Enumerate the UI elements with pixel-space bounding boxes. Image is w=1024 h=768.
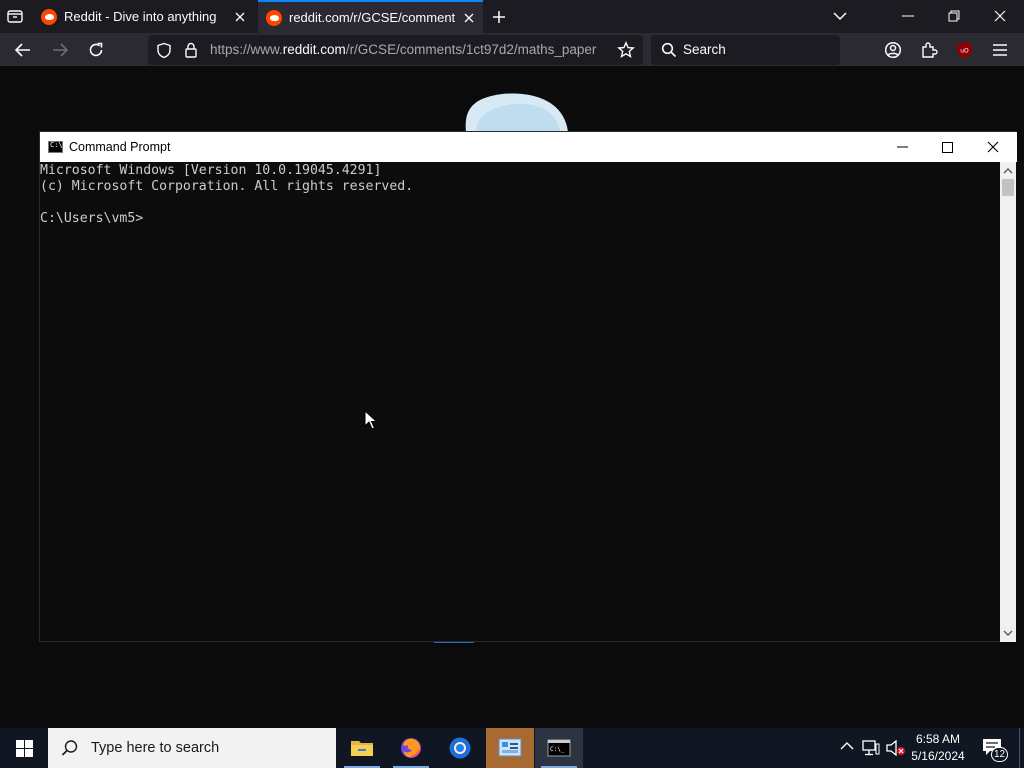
start-button[interactable] bbox=[0, 728, 48, 768]
scrollbar-thumb[interactable] bbox=[1002, 179, 1014, 196]
show-desktop-strip[interactable] bbox=[1019, 728, 1024, 768]
command-prompt-icon bbox=[48, 141, 63, 153]
search-icon bbox=[661, 42, 677, 58]
reload-icon[interactable] bbox=[87, 41, 105, 59]
hamburger-menu-icon[interactable] bbox=[992, 43, 1008, 57]
new-tab-icon[interactable] bbox=[491, 9, 507, 25]
browser-tab-bar: Reddit - Dive into anything reddit.com/r… bbox=[0, 0, 1024, 33]
search-bar[interactable]: Search bbox=[651, 35, 840, 65]
account-icon[interactable] bbox=[884, 41, 902, 59]
tracking-protection-shield-icon[interactable] bbox=[156, 42, 172, 59]
console-output[interactable]: Microsoft Windows [Version 10.0.19045.42… bbox=[40, 162, 1000, 642]
reddit-favicon-icon bbox=[266, 9, 282, 26]
cmd-window-title: Command Prompt bbox=[69, 140, 171, 154]
forward-arrow-icon[interactable] bbox=[51, 41, 69, 59]
taskbar-search-box[interactable]: Type here to search bbox=[48, 728, 336, 768]
restore-window-icon[interactable] bbox=[948, 10, 960, 22]
reddit-favicon-icon bbox=[41, 8, 57, 25]
mouse-cursor-icon bbox=[364, 410, 378, 430]
notification-count-badge: 12 bbox=[991, 747, 1008, 762]
reddit-snoo-image bbox=[462, 92, 570, 134]
cmd-minimize-button[interactable] bbox=[879, 132, 925, 162]
file-explorer-icon bbox=[351, 741, 373, 756]
tab-title: Reddit - Dive into anything bbox=[64, 9, 217, 24]
volume-muted-icon[interactable] bbox=[886, 740, 906, 756]
cmd-title-bar[interactable]: Command Prompt bbox=[40, 132, 1017, 162]
network-icon[interactable] bbox=[862, 740, 880, 756]
tab-list-icon[interactable] bbox=[6, 8, 24, 25]
back-arrow-icon[interactable] bbox=[14, 41, 32, 59]
ublock-origin-icon[interactable]: uO bbox=[956, 41, 973, 59]
close-tab-icon[interactable] bbox=[463, 12, 475, 24]
scroll-down-arrow-icon[interactable] bbox=[1003, 630, 1013, 637]
close-tab-icon[interactable] bbox=[234, 11, 246, 23]
minimize-window-icon[interactable] bbox=[902, 15, 914, 17]
search-placeholder: Search bbox=[683, 42, 726, 57]
clock-date: 5/16/2024 bbox=[911, 749, 965, 763]
cmd-maximize-button[interactable] bbox=[924, 132, 970, 162]
windows-taskbar: Type here to search C:\_ 6:58 AM 5/16/20… bbox=[0, 728, 1024, 768]
taskbar-control-panel[interactable] bbox=[486, 728, 534, 768]
show-hidden-icons-chevron-icon[interactable] bbox=[840, 741, 854, 751]
vertical-scrollbar[interactable] bbox=[1000, 162, 1016, 642]
search-icon bbox=[61, 740, 78, 756]
control-panel-icon bbox=[498, 738, 522, 757]
taskbar-firefox[interactable] bbox=[387, 728, 435, 768]
windows-logo-icon bbox=[15, 739, 33, 757]
bookmark-star-icon[interactable] bbox=[617, 41, 635, 59]
taskbar-file-explorer[interactable] bbox=[338, 728, 386, 768]
address-bar[interactable]: https://www.reddit.com/r/GCSE/comments/1… bbox=[148, 35, 643, 65]
close-window-icon[interactable] bbox=[994, 10, 1006, 22]
command-prompt-window[interactable]: Command Prompt Microsoft Windows [Versio… bbox=[39, 131, 1017, 642]
chrome-icon bbox=[449, 737, 471, 759]
taskbar-command-prompt[interactable]: C:\_ bbox=[535, 728, 583, 768]
url-prefix: https://www. bbox=[210, 42, 283, 57]
tab-reddit-home[interactable]: Reddit - Dive into anything bbox=[34, 0, 258, 33]
action-center-button[interactable]: 12 bbox=[982, 738, 1010, 762]
cmd-close-button[interactable] bbox=[970, 132, 1016, 162]
command-prompt-icon: C:\_ bbox=[547, 739, 571, 757]
scroll-up-arrow-icon[interactable] bbox=[1003, 167, 1013, 174]
taskbar-chrome[interactable] bbox=[436, 728, 484, 768]
svg-text:C:\_: C:\_ bbox=[550, 746, 565, 753]
svg-text:uO: uO bbox=[960, 48, 969, 55]
url-text[interactable]: https://www.reddit.com/r/GCSE/comments/1… bbox=[210, 35, 606, 65]
system-clock[interactable]: 6:58 AM 5/16/2024 bbox=[908, 731, 968, 765]
firefox-icon bbox=[401, 738, 421, 758]
tab-reddit-gcse[interactable]: reddit.com/r/GCSE/comments/ bbox=[258, 0, 483, 33]
url-path: /r/GCSE/comments/1ct97d2/maths_paper bbox=[345, 42, 597, 57]
lock-icon[interactable] bbox=[184, 42, 198, 58]
tab-title: reddit.com/r/GCSE/comments/ bbox=[289, 10, 455, 25]
list-all-tabs-chevron-icon[interactable] bbox=[833, 10, 847, 22]
extensions-puzzle-icon[interactable] bbox=[920, 41, 938, 59]
clock-time: 6:58 AM bbox=[915, 732, 961, 746]
url-domain: reddit.com bbox=[282, 42, 346, 57]
taskbar-search-placeholder: Type here to search bbox=[91, 740, 220, 756]
